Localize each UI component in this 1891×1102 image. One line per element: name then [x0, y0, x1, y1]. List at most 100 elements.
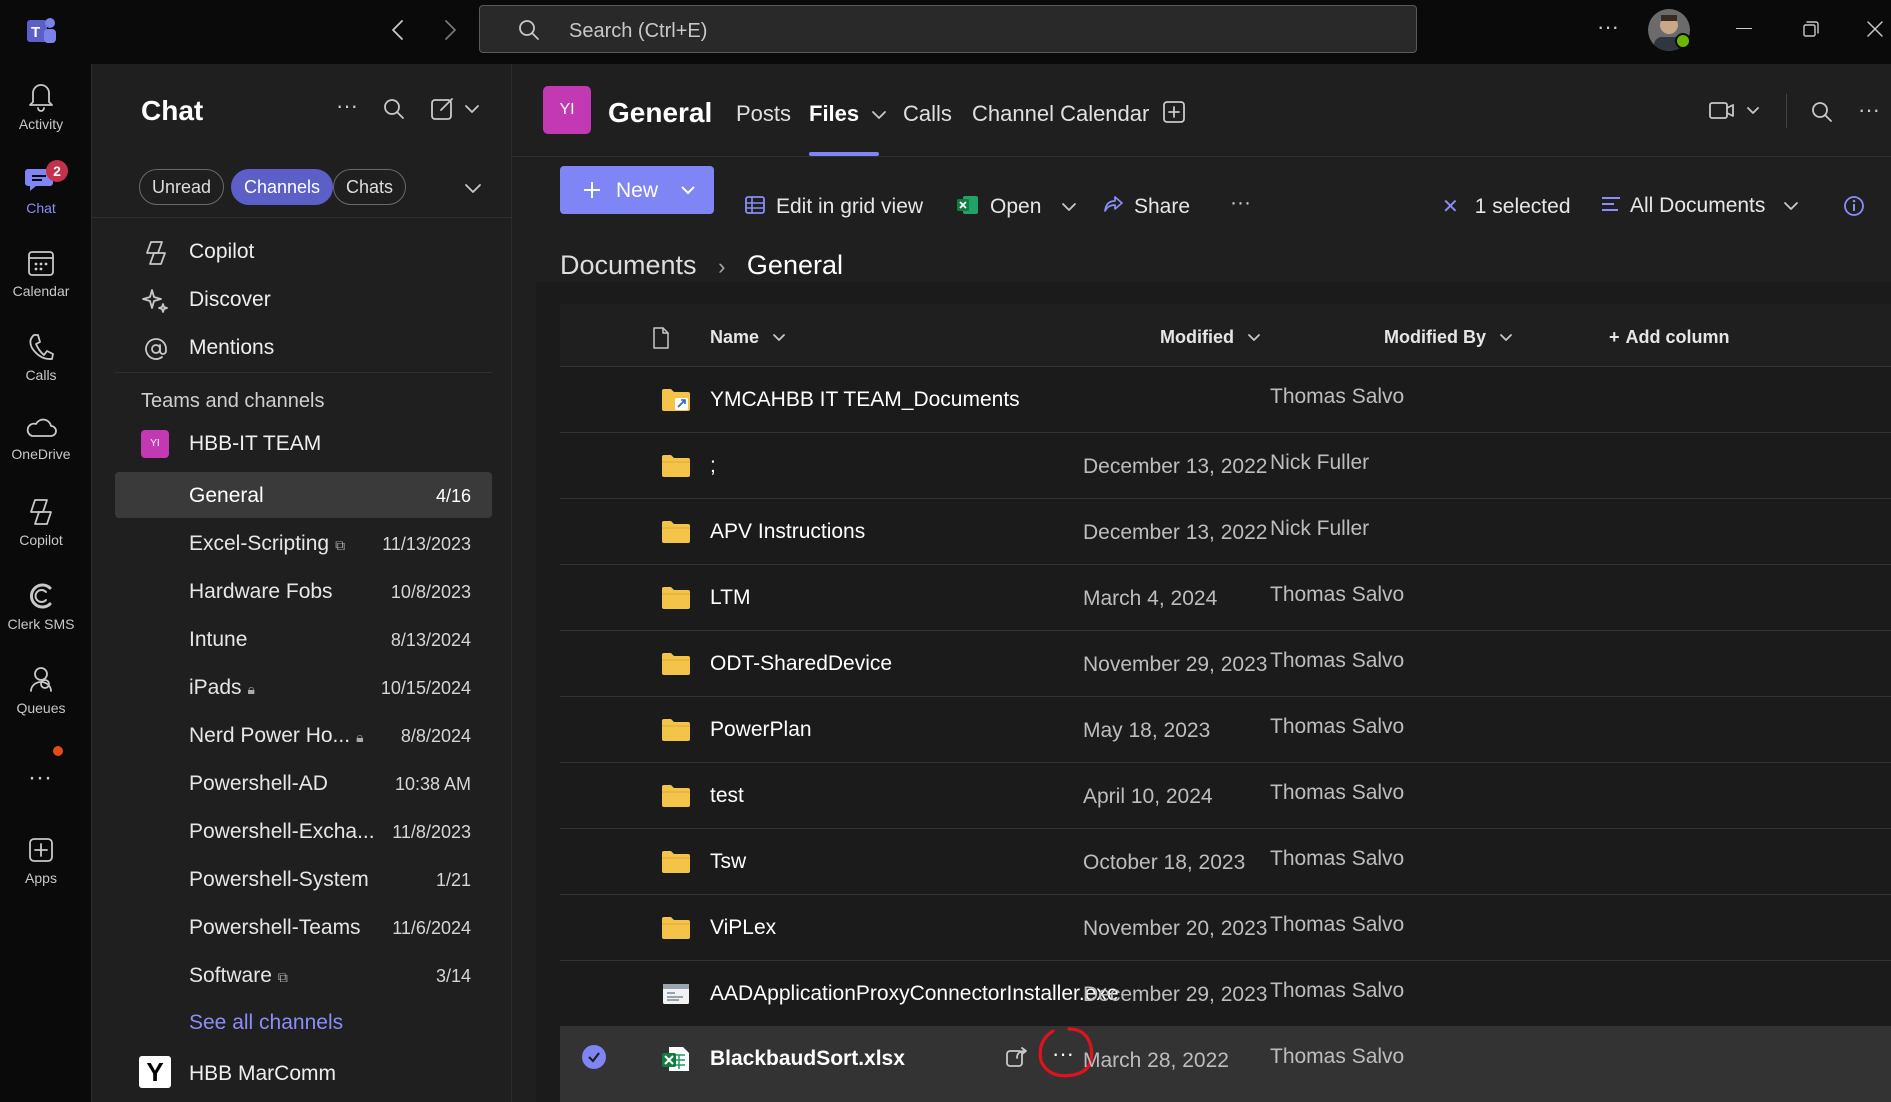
table-row[interactable]: ViPLex November 20, 2023 Thomas Salvo: [560, 894, 1891, 960]
team-row-marcomm[interactable]: Y HBB MarComm: [115, 1054, 492, 1098]
table-row[interactable]: ODT-SharedDevice November 29, 2023 Thoma…: [560, 630, 1891, 696]
restore-icon[interactable]: [1802, 20, 1820, 43]
tab-calls[interactable]: Calls: [903, 101, 952, 127]
list-view-icon: [1602, 197, 1620, 211]
table-row[interactable]: test April 10, 2024 Thomas Salvo: [560, 762, 1891, 828]
share-button[interactable]: Share: [1102, 194, 1190, 219]
channel-powershell-system[interactable]: Powershell-System 1/21: [115, 856, 492, 902]
divider: [92, 217, 512, 218]
filter-channels[interactable]: Channels: [231, 169, 334, 205]
table-row[interactable]: LTM March 4, 2024 Thomas Salvo: [560, 564, 1891, 630]
open-button[interactable]: Open: [956, 194, 1077, 219]
view-selector[interactable]: All Documents: [1600, 194, 1799, 218]
file-type-header-icon[interactable]: [651, 326, 671, 355]
breadcrumb-documents[interactable]: Documents: [560, 250, 697, 280]
ymca-logo-icon: Y: [139, 1056, 171, 1088]
chevron-down-icon: [1062, 203, 1077, 211]
pane-more-icon[interactable]: ···: [336, 93, 358, 119]
team-row[interactable]: YI HBB-IT TEAM: [115, 424, 492, 468]
table-row[interactable]: YMCAHBB IT TEAM_Documents Thomas Salvo: [560, 366, 1891, 432]
rail-activity[interactable]: Activity: [0, 80, 82, 132]
channel-more-icon[interactable]: ···: [1858, 97, 1880, 123]
see-all-channels-link[interactable]: See all channels: [189, 1011, 343, 1035]
table-row[interactable]: Tsw October 18, 2023 Thomas Salvo: [560, 828, 1891, 894]
forward-arrow-icon[interactable]: [440, 18, 460, 47]
nav-discover[interactable]: Discover: [92, 280, 492, 320]
search-input[interactable]: Search (Ctrl+E): [479, 5, 1417, 53]
team-name: HBB-IT TEAM: [189, 432, 322, 455]
title-bar: T Search (Ctrl+E) ···: [0, 0, 1891, 64]
minimize-icon[interactable]: [1736, 28, 1752, 29]
folder-icon: [662, 587, 690, 609]
rail-copilot[interactable]: Copilot: [0, 496, 82, 548]
folder-icon: [662, 521, 690, 543]
tab-files[interactable]: Files: [809, 101, 887, 127]
channel-general[interactable]: General 4/16: [115, 472, 492, 518]
row-checked-icon[interactable]: [582, 1045, 606, 1069]
clear-selection-button[interactable]: ✕ 1 selected: [1442, 194, 1571, 219]
more-options-icon[interactable]: ···: [1597, 14, 1619, 40]
search-placeholder: Search (Ctrl+E): [569, 20, 708, 42]
section-label: Teams and channels: [141, 390, 325, 412]
close-icon[interactable]: [1866, 20, 1884, 43]
row-share-icon[interactable]: [1005, 1045, 1029, 1074]
folder-icon: [662, 719, 690, 741]
new-chat-icon[interactable]: [430, 96, 480, 127]
back-arrow-icon[interactable]: [388, 18, 408, 47]
filter-chats[interactable]: Chats: [333, 169, 407, 205]
channel-search-icon[interactable]: [1810, 100, 1834, 129]
folder-icon: [662, 455, 690, 477]
video-call-icon[interactable]: [1708, 100, 1760, 127]
edit-grid-view-button[interactable]: Edit in grid view: [744, 194, 923, 219]
at-icon: [145, 338, 167, 360]
channel-excel-scripting[interactable]: Excel-Scripting ⧉ 11/13/2023: [115, 520, 492, 566]
channel-powershell-exchange[interactable]: Powershell-Excha... 11/8/2023: [115, 808, 492, 854]
add-tab-icon[interactable]: [1161, 99, 1187, 130]
channel-ipads[interactable]: iPads 🔒︎ 10/15/2024: [115, 664, 492, 710]
apps-icon: [29, 838, 53, 862]
rail-onedrive[interactable]: OneDrive: [0, 414, 82, 462]
column-name[interactable]: Name: [710, 327, 786, 348]
column-modified-by[interactable]: Modified By: [1384, 327, 1513, 348]
shared-channel-icon: ⧉: [277, 969, 288, 985]
tab-posts[interactable]: Posts: [736, 101, 791, 127]
info-icon[interactable]: [1842, 194, 1866, 223]
folder-icon: [662, 653, 690, 675]
nav-mentions[interactable]: Mentions: [92, 328, 492, 368]
folder-icon: [662, 785, 690, 807]
pane-search-icon[interactable]: [382, 97, 406, 126]
channel-hardware-fobs[interactable]: Hardware Fobs 10/8/2023: [115, 568, 492, 614]
tab-channel-calendar[interactable]: Channel Calendar: [972, 101, 1149, 127]
filter-expand-icon[interactable]: [464, 182, 482, 200]
rail-calendar[interactable]: Calendar: [0, 247, 82, 299]
channel-nerd-power-hour[interactable]: Nerd Power Ho... 🔒︎ 8/8/2024: [115, 712, 492, 758]
rail-chat[interactable]: Chat 2: [0, 160, 82, 216]
chevron-down-icon: [773, 334, 785, 341]
rail-queues[interactable]: Queues: [0, 664, 82, 716]
linked-folder-icon: [662, 389, 690, 411]
add-column-button[interactable]: + Add column: [1609, 327, 1730, 348]
rail-apps[interactable]: Apps: [0, 834, 82, 886]
more-apps-icon[interactable]: ···: [28, 764, 52, 792]
table-row[interactable]: ; December 13, 2022 Nick Fuller: [560, 432, 1891, 498]
table-row[interactable]: APV Instructions December 13, 2022 Nick …: [560, 498, 1891, 564]
channel-powershell-teams[interactable]: Powershell-Teams 11/6/2024: [115, 904, 492, 950]
phone-icon: [29, 334, 54, 360]
toolbar-more-icon[interactable]: ···: [1230, 191, 1251, 215]
copilot-icon: [30, 499, 52, 525]
notification-dot: [53, 746, 63, 756]
table-row-selected[interactable]: BlackbaudSort.xlsx ··· March 28, 2022 Th…: [560, 1026, 1891, 1102]
filter-unread[interactable]: Unread: [139, 169, 225, 205]
rail-clerk-sms[interactable]: Clerk SMS: [0, 580, 82, 632]
channel-powershell-ad[interactable]: Powershell-AD 10:38 AM: [115, 760, 492, 806]
new-button[interactable]: New: [560, 166, 714, 214]
table-row[interactable]: AADApplicationProxyConnectorInstaller.ex…: [560, 960, 1891, 1026]
teams-logo-icon[interactable]: T: [24, 14, 58, 48]
channel-software[interactable]: Software ⧉ 3/14: [115, 952, 492, 998]
channel-intune[interactable]: Intune 8/13/2024: [115, 616, 492, 662]
table-row[interactable]: PowerPlan May 18, 2023 Thomas Salvo: [560, 696, 1891, 762]
folder-icon: [662, 917, 690, 939]
nav-copilot[interactable]: Copilot: [92, 232, 492, 272]
rail-calls[interactable]: Calls: [0, 331, 82, 383]
column-modified[interactable]: Modified: [1160, 327, 1261, 348]
